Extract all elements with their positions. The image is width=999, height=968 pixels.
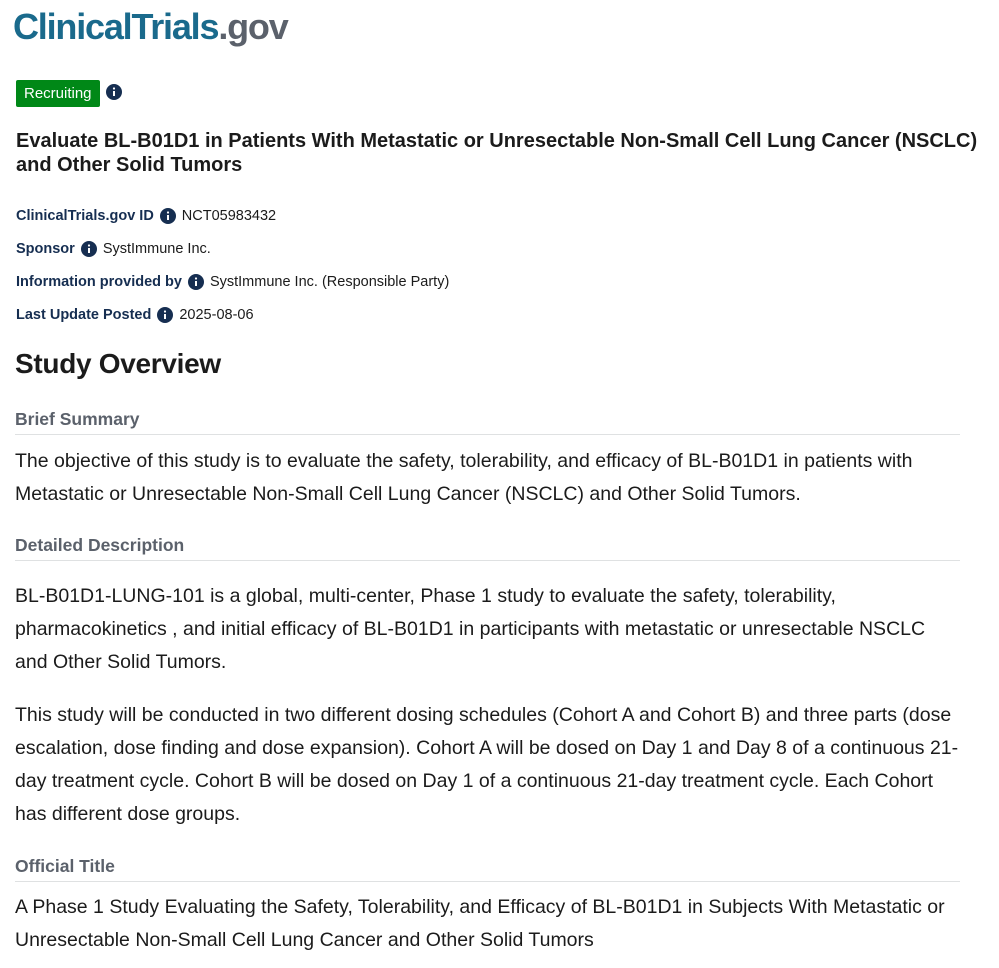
info-icon[interactable] bbox=[105, 84, 122, 100]
info-icon[interactable] bbox=[187, 274, 204, 290]
meta-label: Information provided by bbox=[16, 274, 182, 290]
status-row: Recruiting bbox=[16, 80, 122, 107]
section-heading-study-overview: Study Overview bbox=[15, 348, 221, 379]
detailed-description-heading: Detailed Description bbox=[15, 534, 960, 561]
clinicaltrials-logo[interactable]: ClinicalTrials.gov bbox=[13, 6, 289, 48]
meta-row-provided-by: Information provided by SystImmune Inc. … bbox=[16, 271, 449, 293]
info-icon[interactable] bbox=[80, 241, 97, 257]
info-icon[interactable] bbox=[159, 208, 176, 224]
meta-value: SystImmune Inc. (Responsible Party) bbox=[209, 274, 450, 290]
official-title-text: A Phase 1 Study Evaluating the Safety, T… bbox=[15, 896, 945, 951]
detailed-description-paragraph: This study will be conducted in two diff… bbox=[15, 704, 959, 825]
meta-value: 2025-08-06 bbox=[179, 307, 254, 323]
meta-value: NCT05983432 bbox=[181, 208, 277, 224]
meta-value: SystImmune Inc. bbox=[102, 241, 211, 257]
meta-label: Last Update Posted bbox=[16, 307, 152, 323]
meta-row-last-update: Last Update Posted 2025-08-06 bbox=[16, 304, 449, 326]
detailed-description-paragraph: BL-B01D1-LUNG-101 is a global, multi-cen… bbox=[15, 585, 926, 673]
meta-label: Sponsor bbox=[16, 241, 75, 257]
meta-label: ClinicalTrials.gov ID bbox=[16, 208, 154, 224]
study-meta: ClinicalTrials.gov ID NCT05983432 Sponso… bbox=[16, 205, 449, 337]
meta-row-sponsor: Sponsor SystImmune Inc. bbox=[16, 238, 449, 260]
brief-summary-text: The objective of this study is to evalua… bbox=[15, 450, 913, 505]
status-badge: Recruiting bbox=[16, 80, 100, 107]
logo-suffix: .gov bbox=[218, 6, 288, 47]
study-title: Evaluate BL-B01D1 in Patients With Metas… bbox=[16, 130, 978, 176]
info-icon[interactable] bbox=[157, 307, 174, 323]
meta-row-id: ClinicalTrials.gov ID NCT05983432 bbox=[16, 205, 449, 227]
brief-summary-heading: Brief Summary bbox=[15, 408, 960, 435]
logo-brand: ClinicalTrials bbox=[13, 6, 220, 47]
official-title-heading: Official Title bbox=[15, 855, 960, 882]
